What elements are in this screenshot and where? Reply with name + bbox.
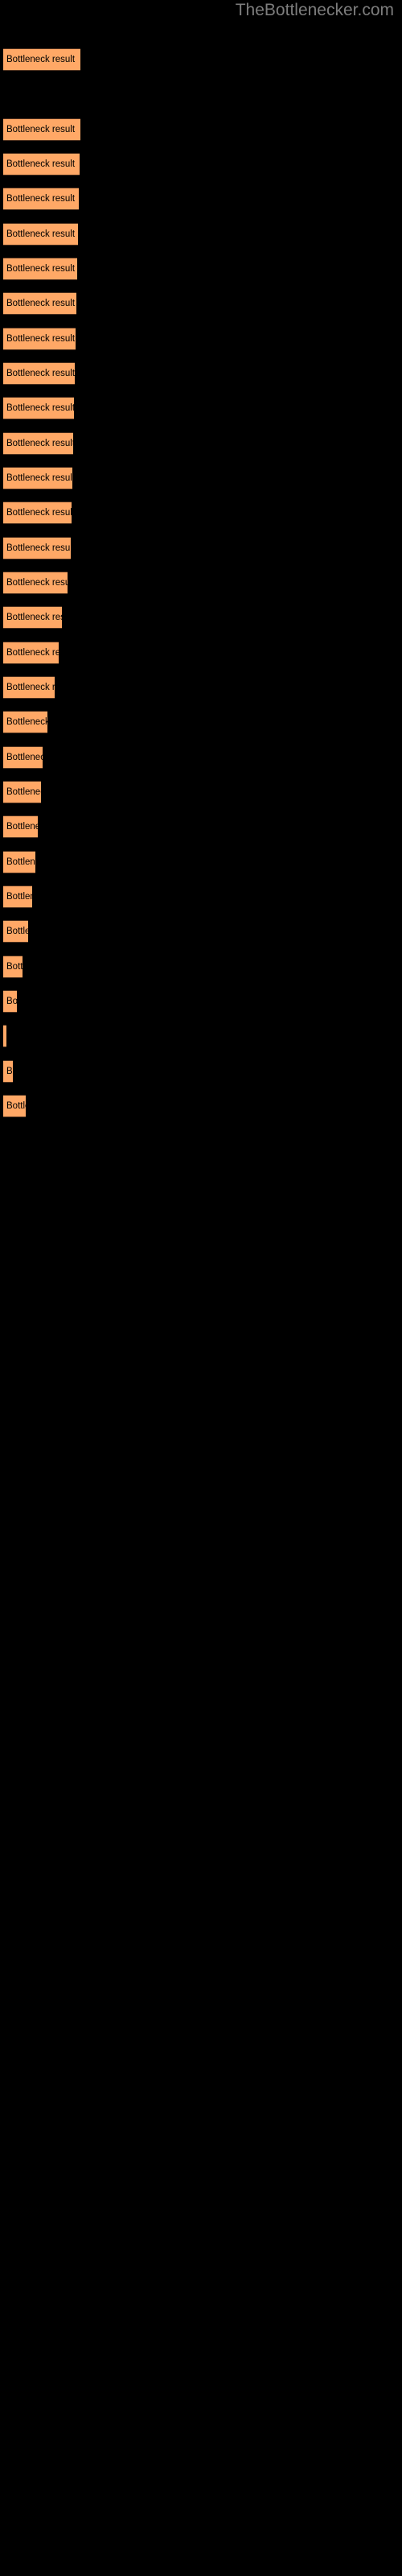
bar-row: Bottleneck result xyxy=(3,956,23,978)
bar-label: Bottleneck result xyxy=(6,927,28,936)
bar-label-clip: Bottleneck result xyxy=(3,815,38,838)
bar-label-clip: Bottleneck result xyxy=(3,397,74,419)
bar-label-clip: Bottleneck result xyxy=(3,746,43,769)
bar-label: Bottleneck result xyxy=(6,159,76,169)
bar-row: Bottleneck result xyxy=(3,153,80,175)
bar-label: Bottleneck result xyxy=(6,613,62,622)
bar-row: Bottleneck result xyxy=(3,851,35,873)
bar-label: Bottleneck result xyxy=(6,962,23,972)
bar-label-clip: Bottleneck result xyxy=(3,292,76,315)
bar-label-clip: Bottleneck result xyxy=(3,432,73,455)
bar-row: Bottleneck result xyxy=(3,502,72,524)
bar-row: Bottleneck result xyxy=(3,292,76,315)
bottleneck-bar-chart: Bottleneck result Bottleneck result Bottle… xyxy=(0,0,402,2576)
bar-label-clip: Bottleneck result xyxy=(3,537,71,559)
bar-label-clip: Bottleneck result xyxy=(3,642,59,664)
bar-label: Bottleneck result xyxy=(6,403,74,413)
bar-label: Bottleneck result xyxy=(6,264,76,274)
bar-label-clip: Bottleneck result xyxy=(3,362,75,385)
bar-label: Bottleneck result xyxy=(6,578,68,588)
bar-label: Bottleneck result xyxy=(6,229,76,239)
bar-label-clip: Bottleneck result xyxy=(3,851,35,873)
bar-row: Bottleneck result xyxy=(3,711,47,733)
bar-row: Bottleneck result xyxy=(3,781,41,803)
bar-label: Bottleneck result xyxy=(6,508,72,518)
bar-label-clip: Bottleneck result xyxy=(3,502,72,524)
bar-label: Bottleneck result xyxy=(6,55,76,64)
bar-row: Bottleneck result xyxy=(3,676,55,699)
bar-row: Bottleneck result xyxy=(3,746,43,769)
bar-label: Bottleneck result xyxy=(6,125,76,134)
bar-row: Bottleneck result xyxy=(3,815,38,838)
bar-row: Bottleneck result xyxy=(3,1095,26,1117)
bar-label: Bottleneck result xyxy=(6,753,43,762)
bar-label: Bottleneck result xyxy=(6,1067,13,1076)
bar-label-clip: Bottleneck result xyxy=(3,886,32,908)
bar-label: Bottleneck result xyxy=(6,439,73,448)
bar-label-clip: Bottleneck result xyxy=(3,572,68,594)
bar-row: Bottleneck result xyxy=(3,1060,13,1083)
bar-row: Bottleneck result xyxy=(3,118,80,141)
bar-label: Bottleneck result xyxy=(6,1101,26,1111)
bar-label-clip: Bottleneck result xyxy=(3,1060,13,1083)
bar-label: Bottleneck result xyxy=(6,299,76,308)
bar-label: Bottleneck result xyxy=(6,822,38,832)
bar-label: Bottleneck result xyxy=(6,717,47,727)
bar-row: Bottleneck result xyxy=(3,886,32,908)
bar-row: Bottleneck result xyxy=(3,606,62,629)
bar-label-clip: Bottleneck result xyxy=(3,118,80,141)
bar-row: Bottleneck result xyxy=(3,537,71,559)
bar-row: Bottleneck result xyxy=(3,362,75,385)
bar-label-clip: Bottleneck result xyxy=(3,258,77,280)
bar-label: Bottleneck result xyxy=(6,473,72,483)
bar-row: Bottleneck result xyxy=(3,258,77,280)
bar-row: Bottleneck result xyxy=(3,397,74,419)
bar-label-clip: Bottleneck result xyxy=(3,328,76,350)
bar-label: Bottleneck result xyxy=(6,787,41,797)
bar-label: Bottleneck result xyxy=(6,683,55,692)
bar-label-clip: Bottleneck result xyxy=(3,467,72,489)
bar-row: Bottleneck result xyxy=(3,990,17,1013)
bar-label-clip: Bottleneck result xyxy=(3,711,47,733)
bar-label-clip: Bottleneck result xyxy=(3,153,80,175)
bar-label-clip: Bottleneck result xyxy=(3,1025,6,1047)
bar-row: Bottleneck result xyxy=(3,572,68,594)
bar-label-clip: Bottleneck result xyxy=(3,48,80,71)
bar-label: Bottleneck result xyxy=(6,334,76,344)
bar-label: Bottleneck result xyxy=(6,857,35,867)
bar-label-clip: Bottleneck result xyxy=(3,223,78,246)
bar-label: Bottleneck result xyxy=(6,369,75,378)
bar-row: Bottleneck result xyxy=(3,188,79,210)
bar-row: Bottleneck result xyxy=(3,432,73,455)
bar-label-clip: Bottleneck result xyxy=(3,956,23,978)
bar-row: Bottleneck result xyxy=(3,920,28,943)
bar-label-clip: Bottleneck result xyxy=(3,990,17,1013)
bar-label: Bottleneck result xyxy=(6,648,59,658)
bar-label: Bottleneck result xyxy=(6,194,76,204)
bar-label-clip: Bottleneck result xyxy=(3,920,28,943)
bar-row: Bottleneck result xyxy=(3,642,59,664)
bar-row: Bottleneck result xyxy=(3,223,78,246)
bar-row: Bottleneck result xyxy=(3,328,76,350)
bar-label-clip: Bottleneck result xyxy=(3,676,55,699)
bar-label-clip: Bottleneck result xyxy=(3,606,62,629)
bar-label: Bottleneck result xyxy=(6,543,71,553)
bar-label-clip: Bottleneck result xyxy=(3,781,41,803)
bar-label-clip: Bottleneck result xyxy=(3,1095,26,1117)
bar-row: Bottleneck result xyxy=(3,48,80,71)
bar-label-clip: Bottleneck result xyxy=(3,188,79,210)
bar-label: Bottleneck result xyxy=(6,892,32,902)
bar-label: Bottleneck result xyxy=(6,997,17,1006)
bar-row: Bottleneck result xyxy=(3,467,72,489)
bar-row: Bottleneck result xyxy=(3,1025,6,1047)
